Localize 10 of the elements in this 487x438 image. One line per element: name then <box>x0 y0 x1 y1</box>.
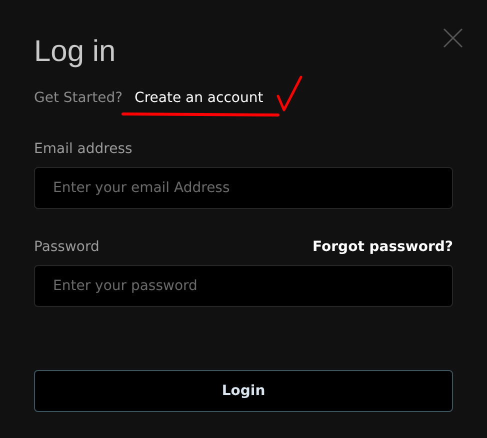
input-field[interactable]: Enter your email Address <box>34 167 453 209</box>
close-icon[interactable] <box>443 28 463 48</box>
prompt-text: Get Started? <box>34 88 123 108</box>
input-field[interactable]: Enter your password <box>34 265 453 307</box>
login-button[interactable]: Login <box>34 370 453 412</box>
field-label: Email address <box>34 140 132 158</box>
field-label: Password <box>34 238 100 256</box>
dialog-title: Log in <box>34 34 117 70</box>
create-account-link[interactable]: Create an account <box>134 88 264 108</box>
forgot-password-link[interactable]: Forgot password? <box>312 236 453 258</box>
